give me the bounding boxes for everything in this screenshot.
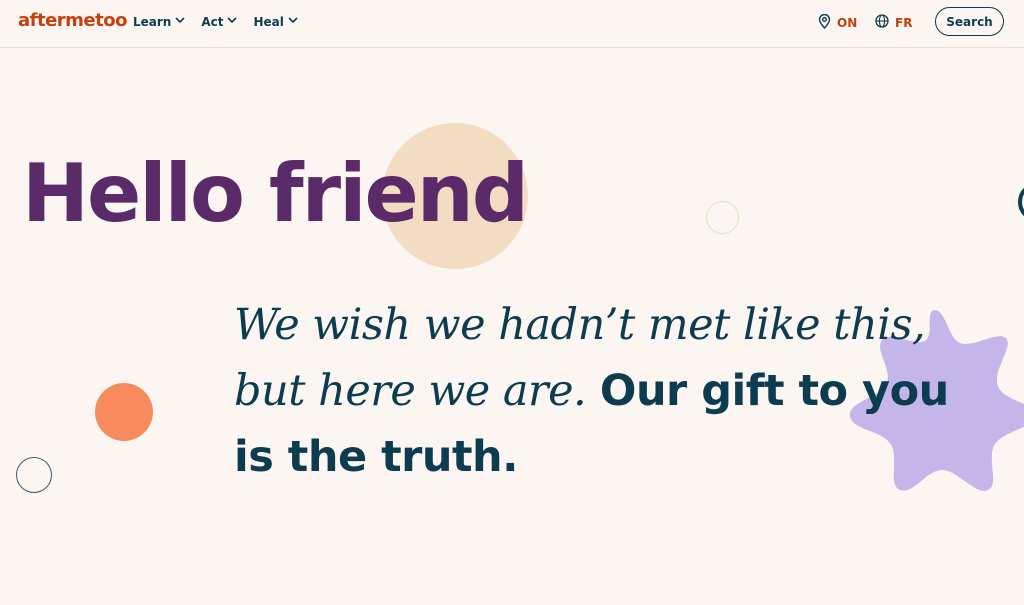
search-button[interactable]: Search (935, 7, 1004, 36)
chevron-down-icon (227, 15, 238, 25)
main-nav: Learn Act Heal (133, 15, 298, 29)
nav-item-heal[interactable]: Heal (253, 15, 298, 29)
location-pin-icon (818, 13, 831, 32)
globe-icon (875, 14, 889, 31)
language-selector[interactable]: FR (875, 14, 912, 31)
region-label: ON (837, 16, 858, 30)
site-logo[interactable]: aftermetoo (18, 10, 127, 31)
decorative-outline-circle-blue (16, 457, 52, 493)
chevron-down-icon (175, 15, 185, 25)
hero-subtitle-italic-line2: but here we are. (234, 366, 587, 416)
nav-item-learn-label: Learn (133, 15, 172, 29)
region-selector[interactable]: ON (818, 13, 858, 32)
nav-item-heal-label: Heal (253, 15, 284, 29)
top-navigation-bar: aftermetoo Learn Act Heal ON FR Search (0, 0, 1024, 48)
decorative-edge-circle (1018, 182, 1024, 222)
decorative-outline-circle (706, 201, 739, 234)
hero-subtitle: We wish we hadn’t met like this, but here… (234, 292, 974, 490)
language-label: FR (895, 15, 913, 30)
hero-subtitle-italic-line1: We wish we hadn’t met like this, (234, 300, 926, 350)
hero-title: Hello friend (22, 147, 529, 240)
nav-item-learn[interactable]: Learn (133, 15, 185, 29)
nav-item-act[interactable]: Act (201, 15, 238, 29)
nav-item-act-label: Act (201, 15, 224, 29)
decorative-orange-circle (95, 383, 153, 441)
chevron-down-icon (288, 15, 298, 25)
